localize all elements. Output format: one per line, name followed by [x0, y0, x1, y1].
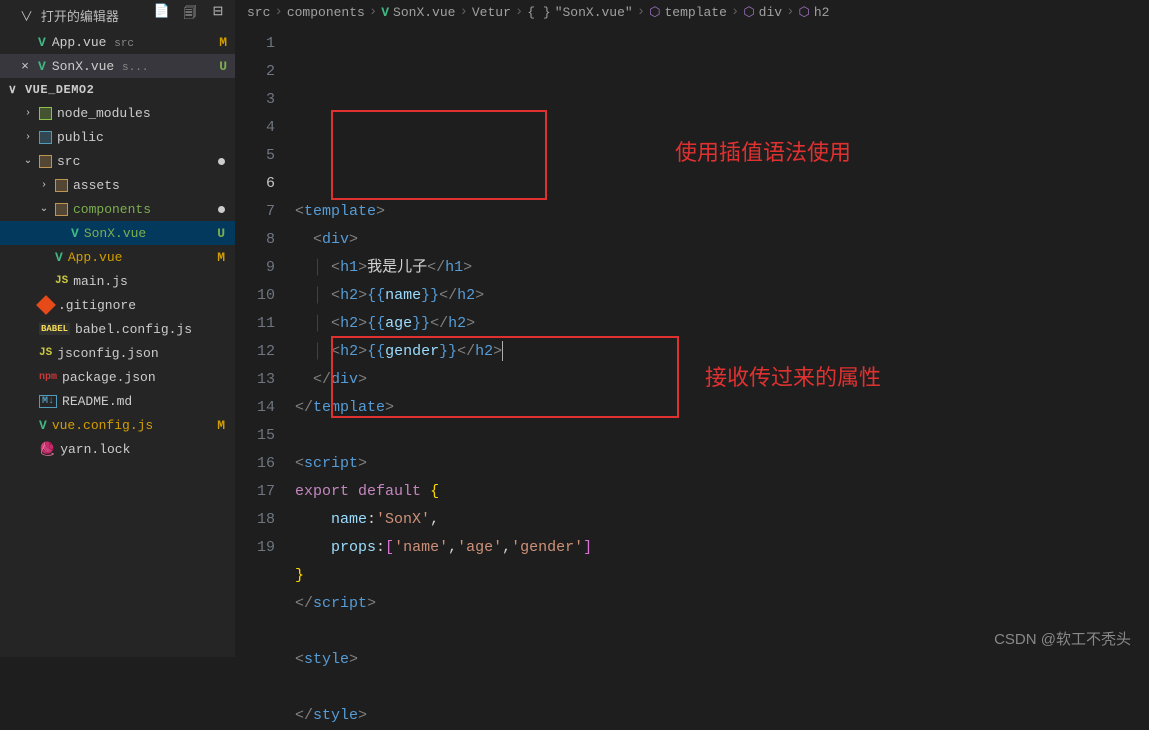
- status-badge: M: [219, 35, 227, 50]
- cube-icon: ⬡: [649, 5, 660, 20]
- annotation-box: [331, 110, 547, 200]
- open-editor-item[interactable]: V App.vue src M: [0, 30, 235, 54]
- breadcrumb-item[interactable]: ⬡ h2: [798, 5, 829, 20]
- tree-item[interactable]: ›node_modules: [0, 101, 235, 125]
- breadcrumb-item[interactable]: V SonX.vue: [381, 5, 455, 20]
- line-gutter: 12345678910111213141516171819: [235, 24, 295, 730]
- sidebar: ∨ 打开的编辑器 📄 🗐 ⊟ V App.vue src M × V SonX.…: [0, 0, 235, 657]
- breadcrumb-item[interactable]: { } "SonX.vue": [527, 5, 632, 20]
- brace-icon: { }: [527, 5, 550, 20]
- code-content[interactable]: 使用插值语法使用 接收传过来的属性 <template> <div> │ <h1…: [295, 24, 1149, 730]
- tree-item[interactable]: M↓README.md: [0, 389, 235, 413]
- project-name: ∨ VUE_DEMO2: [0, 78, 235, 101]
- tree-item[interactable]: JSmain.js: [0, 269, 235, 293]
- new-file-icon[interactable]: 📄: [153, 4, 171, 26]
- breadcrumb-item[interactable]: Vetur: [472, 5, 511, 20]
- open-editors-header: ∨ 打开的编辑器 📄 🗐 ⊟: [0, 0, 235, 30]
- breadcrumb-item[interactable]: ⬡ div: [743, 5, 782, 20]
- tree-item[interactable]: ›assets: [0, 173, 235, 197]
- vue-icon: V: [38, 35, 46, 50]
- close-icon[interactable]: ×: [18, 59, 32, 74]
- breadcrumb[interactable]: src›components›V SonX.vue›Vetur›{ } "Son…: [235, 0, 1149, 24]
- annotation-text: 使用插值语法使用: [675, 139, 851, 167]
- tree-item[interactable]: ›public: [0, 125, 235, 149]
- tree-item[interactable]: Vvue.config.jsM: [0, 413, 235, 437]
- tree-item[interactable]: VSonX.vueU: [0, 221, 235, 245]
- breadcrumb-item[interactable]: src: [247, 5, 270, 20]
- close-all-icon[interactable]: ⊟: [209, 4, 227, 26]
- tree-item[interactable]: ⌄components: [0, 197, 235, 221]
- editor[interactable]: 12345678910111213141516171819 使用插值语法使用 接…: [235, 24, 1149, 730]
- vue-icon: V: [38, 59, 46, 74]
- file-tree: ›node_modules›public⌄src›assets⌄componen…: [0, 101, 235, 657]
- open-editor-item[interactable]: × V SonX.vue s... U: [0, 54, 235, 78]
- tree-item[interactable]: JSjsconfig.json: [0, 341, 235, 365]
- open-editors-label: 打开的编辑器: [41, 10, 119, 25]
- breadcrumb-item[interactable]: components: [287, 5, 365, 20]
- cube-icon: ⬡: [798, 5, 809, 20]
- tree-item[interactable]: npmpackage.json: [0, 365, 235, 389]
- status-badge: U: [219, 59, 227, 74]
- breadcrumb-item[interactable]: ⬡ template: [649, 5, 727, 20]
- tree-item[interactable]: VApp.vueM: [0, 245, 235, 269]
- tree-item[interactable]: .gitignore: [0, 293, 235, 317]
- tree-item[interactable]: BABELbabel.config.js: [0, 317, 235, 341]
- tree-item[interactable]: 🧶yarn.lock: [0, 437, 235, 461]
- save-all-icon[interactable]: 🗐: [181, 4, 199, 26]
- cube-icon: ⬡: [743, 5, 754, 20]
- tree-item[interactable]: ⌄src: [0, 149, 235, 173]
- watermark: CSDN @软工不秃头: [994, 628, 1131, 649]
- vue-icon: V: [381, 5, 389, 20]
